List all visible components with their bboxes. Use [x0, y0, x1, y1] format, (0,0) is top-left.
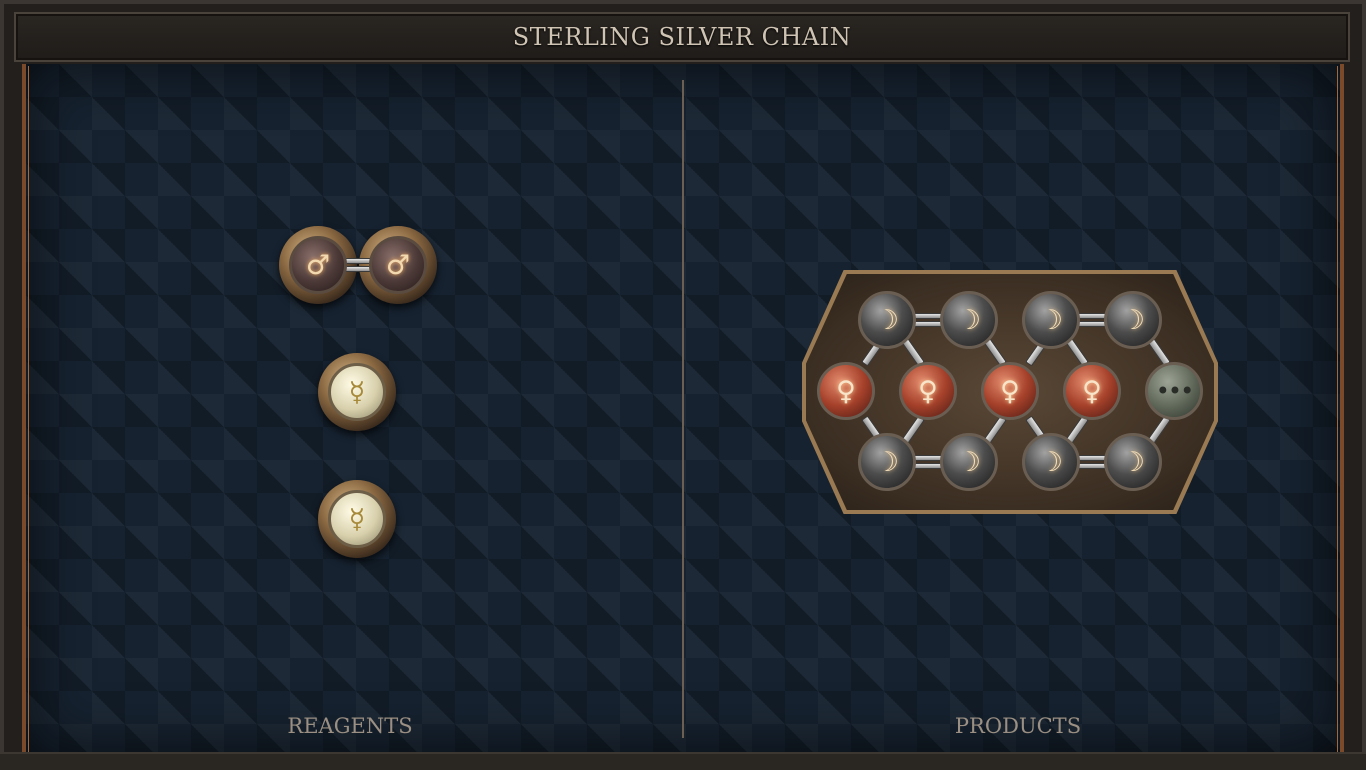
silver-symbol-icon: ☽ — [956, 304, 982, 336]
atom-silver: ☽ — [858, 291, 916, 349]
silver-symbol-icon: ☽ — [956, 446, 982, 478]
atom-repeat: ••• — [1145, 362, 1203, 420]
silver-symbol-icon: ☽ — [1120, 304, 1146, 336]
quicksilver-symbol-icon: ☿ — [348, 503, 366, 535]
atom-copper: ♀ — [899, 362, 957, 420]
atom-silver: ☽ — [1104, 433, 1162, 491]
copper-symbol-icon: ♀ — [836, 375, 856, 407]
silver-symbol-icon: ☽ — [874, 446, 900, 478]
silver-symbol-icon: ☽ — [1120, 446, 1146, 478]
silver-symbol-icon: ☽ — [1038, 446, 1064, 478]
silver-symbol-icon: ☽ — [1038, 304, 1064, 336]
repeat-ellipsis-icon: ••• — [1155, 377, 1194, 405]
reagents-label: REAGENTS — [287, 714, 413, 738]
atom-silver: ☽ — [1022, 291, 1080, 349]
atom-iron: ♂ — [369, 236, 427, 294]
atom-quicksilver: ☿ — [328, 490, 386, 548]
atom-copper: ♀ — [817, 362, 875, 420]
puzzle-title: STERLING SILVER CHAIN — [512, 23, 852, 51]
atom-quicksilver: ☿ — [328, 363, 386, 421]
silver-symbol-icon: ☽ — [874, 304, 900, 336]
atom-silver: ☽ — [858, 433, 916, 491]
atom-silver: ☽ — [940, 291, 998, 349]
bottom-frame-edge — [0, 752, 1366, 770]
title-bar: STERLING SILVER CHAIN — [14, 12, 1350, 62]
section-divider — [682, 80, 684, 738]
atom-silver: ☽ — [940, 433, 998, 491]
copper-symbol-icon: ♀ — [918, 375, 938, 407]
iron-symbol-icon: ♂ — [385, 249, 411, 281]
copper-symbol-icon: ♀ — [1000, 375, 1020, 407]
iron-symbol-icon: ♂ — [305, 249, 331, 281]
copper-symbol-icon: ♀ — [1082, 375, 1102, 407]
atom-silver: ☽ — [1022, 433, 1080, 491]
atom-copper: ♀ — [981, 362, 1039, 420]
atom-copper: ♀ — [1063, 362, 1121, 420]
products-label: PRODUCTS — [954, 714, 1082, 738]
quicksilver-symbol-icon: ☿ — [348, 376, 366, 408]
atom-iron: ♂ — [289, 236, 347, 294]
atom-silver: ☽ — [1104, 291, 1162, 349]
